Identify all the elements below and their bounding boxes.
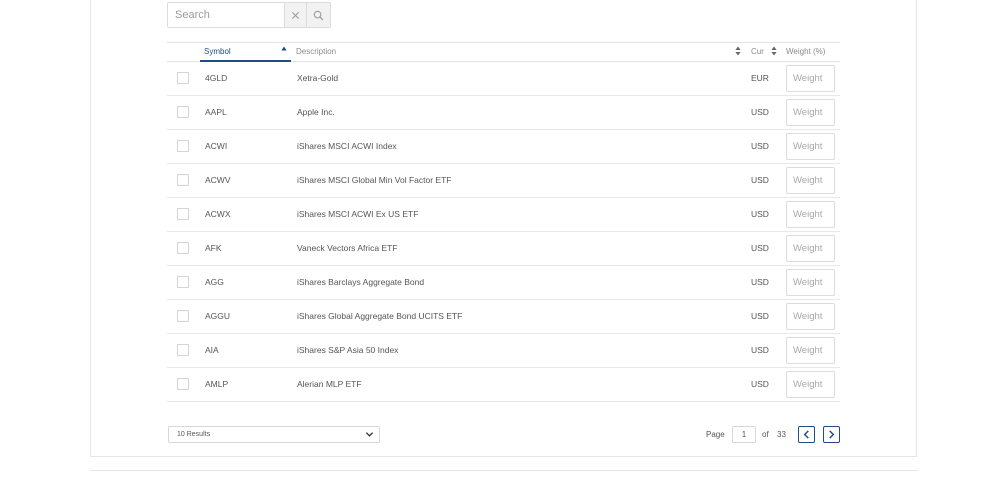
previous-page-button[interactable]	[798, 426, 815, 443]
close-icon	[291, 11, 300, 19]
row-weight-input[interactable]	[786, 201, 835, 228]
row-weight-input[interactable]	[786, 235, 835, 262]
column-header-currency[interactable]: Cur	[751, 43, 764, 61]
row-currency: USD	[751, 175, 769, 185]
row-description: Apple Inc.	[297, 107, 335, 117]
row-weight-input[interactable]	[786, 133, 835, 160]
chevron-right-icon	[829, 430, 835, 439]
row-currency: USD	[751, 379, 769, 389]
row-currency: USD	[751, 345, 769, 355]
sort-currency-icon[interactable]	[771, 46, 777, 56]
table-body: 4GLD Xetra-Gold EUR AAPL Apple Inc. USD …	[167, 62, 840, 402]
page-label: Page	[706, 430, 725, 439]
row-symbol: AFK	[205, 243, 222, 253]
row-description: iShares Global Aggregate Bond UCITS ETF	[297, 311, 463, 321]
table-header: Symbol Description Cur Weight (%)	[167, 42, 840, 62]
row-currency: USD	[751, 311, 769, 321]
table-row: AFK Vaneck Vectors Africa ETF USD	[167, 232, 840, 266]
of-label: of	[762, 430, 769, 439]
clear-search-button[interactable]	[284, 2, 307, 28]
row-checkbox[interactable]	[177, 378, 189, 390]
table-row: ACWX iShares MSCI ACWI Ex US ETF USD	[167, 198, 840, 232]
row-symbol: ACWI	[205, 141, 228, 151]
column-header-symbol-label: Symbol	[204, 47, 231, 56]
row-weight-input[interactable]	[786, 337, 835, 364]
column-header-weight: Weight (%)	[786, 43, 825, 61]
row-currency: EUR	[751, 73, 769, 83]
table-row: ACWV iShares MSCI Global Min Vol Factor …	[167, 164, 840, 198]
row-checkbox[interactable]	[177, 208, 189, 220]
row-symbol: ACWX	[205, 209, 231, 219]
row-checkbox[interactable]	[177, 276, 189, 288]
row-weight-input[interactable]	[786, 371, 835, 398]
row-weight-input[interactable]	[786, 167, 835, 194]
sort-ascending-icon	[281, 46, 287, 51]
table-row: 4GLD Xetra-Gold EUR	[167, 62, 840, 96]
row-symbol: AGGU	[205, 311, 231, 321]
results-per-page-select[interactable]: 10 Results	[168, 426, 380, 443]
next-page-button[interactable]	[823, 426, 840, 443]
row-checkbox[interactable]	[177, 242, 189, 254]
row-symbol: 4GLD	[205, 73, 228, 83]
row-currency: USD	[751, 141, 769, 151]
row-checkbox[interactable]	[177, 140, 189, 152]
row-symbol: AIA	[205, 345, 219, 355]
row-weight-input[interactable]	[786, 303, 835, 330]
column-header-description[interactable]: Description	[296, 43, 336, 61]
row-symbol: AMLP	[205, 379, 229, 389]
table-row: ACWI iShares MSCI ACWI Index USD	[167, 130, 840, 164]
results-per-page-label: 10 Results	[177, 431, 211, 438]
search-icon	[313, 10, 324, 20]
row-weight-input[interactable]	[786, 65, 835, 92]
row-description: Xetra-Gold	[297, 73, 339, 83]
column-header-currency-label: Cur	[751, 47, 764, 56]
search-button[interactable]	[307, 2, 331, 28]
row-checkbox[interactable]	[177, 72, 189, 84]
securities-table: Symbol Description Cur Weight (%) 4GLD X…	[167, 42, 840, 402]
row-description: iShares Barclays Aggregate Bond	[297, 277, 425, 287]
table-row: AIA iShares S&P Asia 50 Index USD	[167, 334, 840, 368]
row-weight-input[interactable]	[786, 99, 835, 126]
row-weight-input[interactable]	[786, 269, 835, 296]
table-row: AMLP Alerian MLP ETF USD	[167, 368, 840, 402]
column-header-weight-label: Weight (%)	[786, 47, 826, 56]
table-row: AGG iShares Barclays Aggregate Bond USD	[167, 266, 840, 300]
row-currency: USD	[751, 107, 769, 117]
row-currency: USD	[751, 277, 769, 287]
row-checkbox[interactable]	[177, 106, 189, 118]
row-description: Vaneck Vectors Africa ETF	[297, 243, 398, 253]
total-pages: 33	[777, 430, 786, 439]
row-checkbox[interactable]	[177, 174, 189, 186]
row-symbol: AAPL	[205, 107, 227, 117]
row-checkbox[interactable]	[177, 344, 189, 356]
row-symbol: AGG	[205, 277, 224, 287]
page-number-input[interactable]	[732, 426, 756, 443]
chevron-left-icon	[803, 430, 809, 439]
column-header-symbol[interactable]: Symbol	[200, 43, 291, 62]
table-row: AAPL Apple Inc. USD	[167, 96, 840, 130]
row-description: iShares MSCI Global Min Vol Factor ETF	[297, 175, 452, 185]
search-bar	[167, 2, 331, 28]
sort-description-icon[interactable]	[735, 46, 741, 56]
row-description: Alerian MLP ETF	[297, 379, 362, 389]
bottom-divider	[90, 470, 918, 471]
row-symbol: ACWV	[205, 175, 231, 185]
row-description: iShares MSCI ACWI Index	[297, 141, 397, 151]
column-header-description-label: Description	[296, 47, 337, 56]
row-description: iShares MSCI ACWI Ex US ETF	[297, 209, 419, 219]
chevron-down-icon	[365, 432, 374, 437]
row-currency: USD	[751, 209, 769, 219]
search-input[interactable]	[167, 2, 284, 28]
table-row: AGGU iShares Global Aggregate Bond UCITS…	[167, 300, 840, 334]
row-description: iShares S&P Asia 50 Index	[297, 345, 399, 355]
row-currency: USD	[751, 243, 769, 253]
row-checkbox[interactable]	[177, 310, 189, 322]
